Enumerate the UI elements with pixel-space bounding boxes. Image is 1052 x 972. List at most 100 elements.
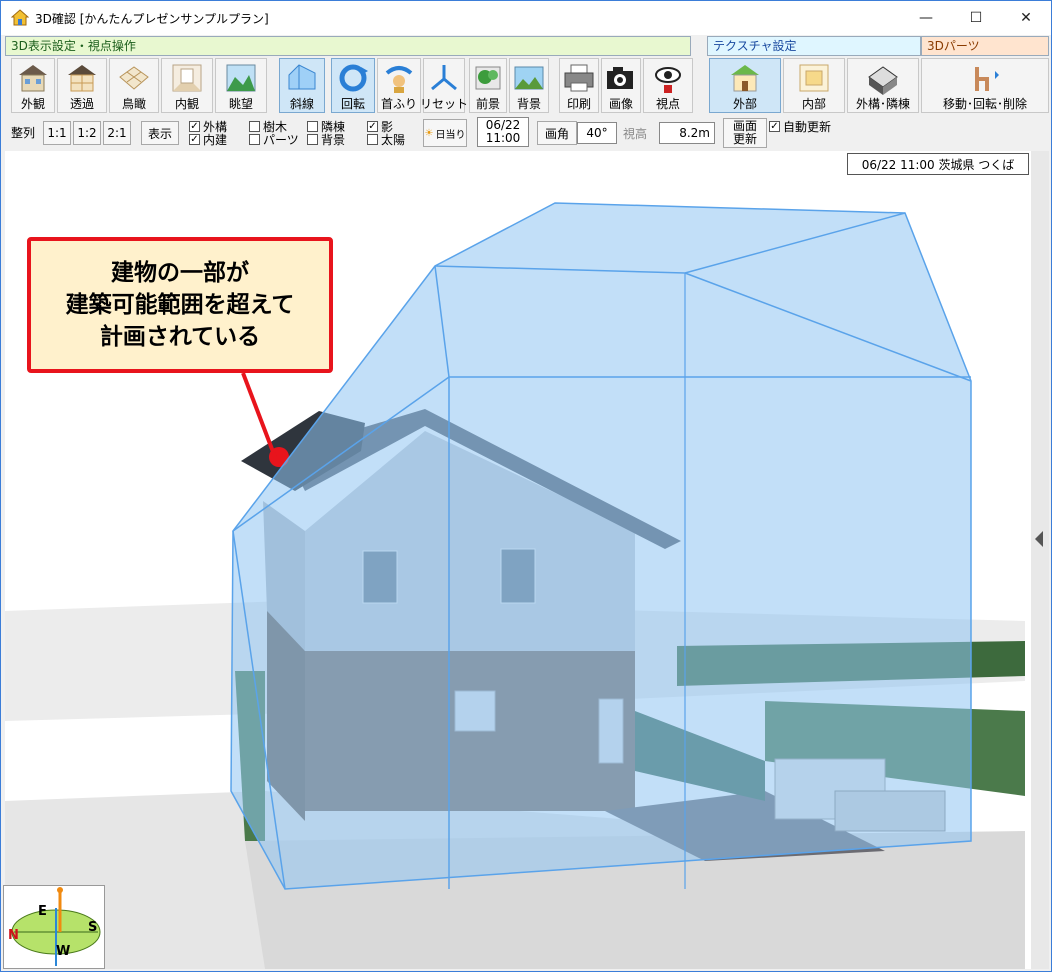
interior-view-label: 内観	[174, 97, 199, 111]
landscape-view-label: 眺望	[228, 97, 253, 111]
exterior-texture-button[interactable]: 外部	[709, 58, 781, 113]
trees-check-box	[249, 120, 260, 132]
status-box: 06/22 11:00 茨城県 つくば	[847, 153, 1029, 175]
rotate-button[interactable]: 回転	[331, 58, 375, 113]
swivel-button[interactable]: 首ふり	[377, 58, 421, 113]
slant-line-button[interactable]: 斜線	[279, 58, 325, 113]
birdseye-icon	[116, 61, 152, 95]
refresh-button[interactable]: 画面 更新	[723, 118, 767, 148]
compass: E S W N	[3, 885, 105, 969]
eye-viewpoint-icon	[650, 61, 686, 95]
interior-checkbox[interactable]: ✓ 内建	[189, 132, 228, 147]
swivel-icon	[381, 61, 417, 95]
sunlight-label: 日当り	[435, 129, 466, 141]
interior-texture-button[interactable]: 内部	[783, 58, 845, 113]
exterior-check-box: ✓	[189, 120, 200, 132]
exterior-texture-label: 外部	[732, 97, 757, 111]
date-time-field[interactable]: 06/22 11:00	[477, 117, 529, 147]
compass-west: W	[56, 944, 71, 959]
align-label: 整列	[11, 126, 36, 140]
house-exterior-icon	[15, 61, 51, 95]
parts-check-box	[249, 133, 260, 145]
maximize-button[interactable]: ☐	[951, 1, 1001, 35]
sun-check-label: 太陽	[381, 132, 406, 147]
sunlight-button[interactable]: ☀ 日当り	[423, 119, 467, 147]
refresh-label-2: 更新	[732, 132, 757, 146]
section-header-row: 3D表示設定・視点操作 テクスチャ設定 3Dパーツ	[5, 36, 1049, 56]
house-transparent-icon	[64, 61, 100, 95]
minimize-button[interactable]: —	[901, 1, 951, 35]
fov-field[interactable]: 40°	[577, 122, 617, 144]
warning-callout-text: 建物の一部が 建築可能範囲を超えて 計画されている	[65, 260, 295, 350]
expand-arrow-icon[interactable]	[1031, 151, 1049, 969]
foreground-button[interactable]: 前景	[469, 58, 507, 113]
app-window: 3D確認 [かんたんプレゼンサンプルプラン] — ☐ ✕ 3D表示設定・視点操作…	[0, 0, 1052, 972]
reset-button[interactable]: リセット	[420, 58, 468, 113]
sun-icon: ☀	[424, 127, 434, 139]
transparent-view-button[interactable]: 透過	[57, 58, 107, 113]
image-label: 画像	[608, 97, 633, 111]
landscape-view-button[interactable]: 眺望	[215, 58, 267, 113]
viewpoint-button[interactable]: 視点	[643, 58, 693, 113]
main-toolbar: 外観 透過 鳥瞰 内観 眺望 斜線 回転 首ふり リセット 前景 背景 印刷 画…	[5, 58, 1049, 114]
print-button[interactable]: 印刷	[559, 58, 599, 113]
parts-check-label: パーツ	[263, 132, 299, 147]
interior-texture-icon	[796, 61, 832, 95]
interior-texture-label: 内部	[801, 97, 826, 111]
camera-icon	[603, 61, 639, 95]
interior-check-box: ✓	[189, 133, 200, 145]
ratio-1-2-button[interactable]: 1:2	[73, 121, 101, 145]
slant-line-icon	[284, 61, 320, 95]
compass-north: N	[8, 928, 19, 943]
viewpoint-label: 視点	[655, 97, 680, 111]
birdseye-view-label: 鳥瞰	[121, 97, 146, 111]
exterior-texture-icon	[727, 61, 763, 95]
exterior-view-button[interactable]: 外観	[11, 58, 55, 113]
fov-button[interactable]: 画角	[537, 121, 577, 145]
interior-view-button[interactable]: 内観	[161, 58, 213, 113]
swivel-label: 首ふり	[380, 97, 417, 111]
exterior-structure-button[interactable]: 外構･隣棟	[847, 58, 919, 113]
buildable-envelope	[230, 202, 972, 890]
background-button[interactable]: 背景	[509, 58, 549, 113]
options-row: 整列 1:1 1:2 2:1 表示 ✓ 外構 ✓ 内建 樹木 パーツ 隣棟 背景 ✓…	[5, 117, 1049, 151]
shadow-check-box: ✓	[367, 120, 378, 132]
rotate-icon	[335, 61, 371, 95]
ratio-1-1-button[interactable]: 1:1	[43, 121, 71, 145]
background-checkbox[interactable]: 背景	[307, 132, 345, 147]
interior-check-label: 内建	[203, 132, 228, 147]
ratio-2-1-button[interactable]: 2:1	[103, 121, 131, 145]
warning-callout: 建物の一部が 建築可能範囲を超えて 計画されている	[27, 237, 333, 373]
slant-line-label: 斜線	[289, 97, 314, 111]
eye-height-label: 視高	[623, 127, 648, 141]
time-value: 11:00	[485, 131, 521, 145]
auto-update-label: 自動更新	[783, 119, 832, 134]
display-button[interactable]: 表示	[141, 121, 179, 145]
background-label: 背景	[516, 97, 541, 111]
background-check-box	[307, 133, 318, 145]
close-button[interactable]: ✕	[1001, 1, 1051, 35]
exterior-structure-icon	[865, 61, 901, 95]
auto-update-checkbox[interactable]: ✓ 自動更新	[769, 119, 832, 134]
app-house-icon	[10, 9, 30, 27]
parts-move-label: 移動･回転･削除	[942, 97, 1027, 111]
image-button[interactable]: 画像	[601, 58, 641, 113]
sun-checkbox[interactable]: 太陽	[367, 132, 406, 147]
transparent-view-label: 透過	[69, 97, 94, 111]
title-bar: 3D確認 [かんたんプレゼンサンプルプラン] — ☐ ✕	[1, 1, 1051, 35]
section-3d-display: 3D表示設定・視点操作	[5, 36, 691, 56]
parts-move-button[interactable]: 移動･回転･削除	[921, 58, 1049, 113]
viewport-scrollbar[interactable]	[1031, 151, 1049, 969]
landscape-view-icon	[223, 61, 259, 95]
eye-height-field[interactable]: 8.2m	[659, 122, 715, 144]
callout-pointer	[241, 372, 277, 458]
window-title: 3D確認 [かんたんプレゼンサンプルプラン]	[35, 11, 269, 26]
compass-south: S	[88, 920, 98, 935]
interior-room-icon	[169, 61, 205, 95]
section-texture: テクスチャ設定	[707, 36, 921, 56]
printer-icon	[561, 61, 597, 95]
foreground-label: 前景	[475, 97, 500, 111]
rotate-label: 回転	[340, 97, 365, 111]
birdseye-view-button[interactable]: 鳥瞰	[109, 58, 159, 113]
parts-checkbox[interactable]: パーツ	[249, 132, 299, 147]
